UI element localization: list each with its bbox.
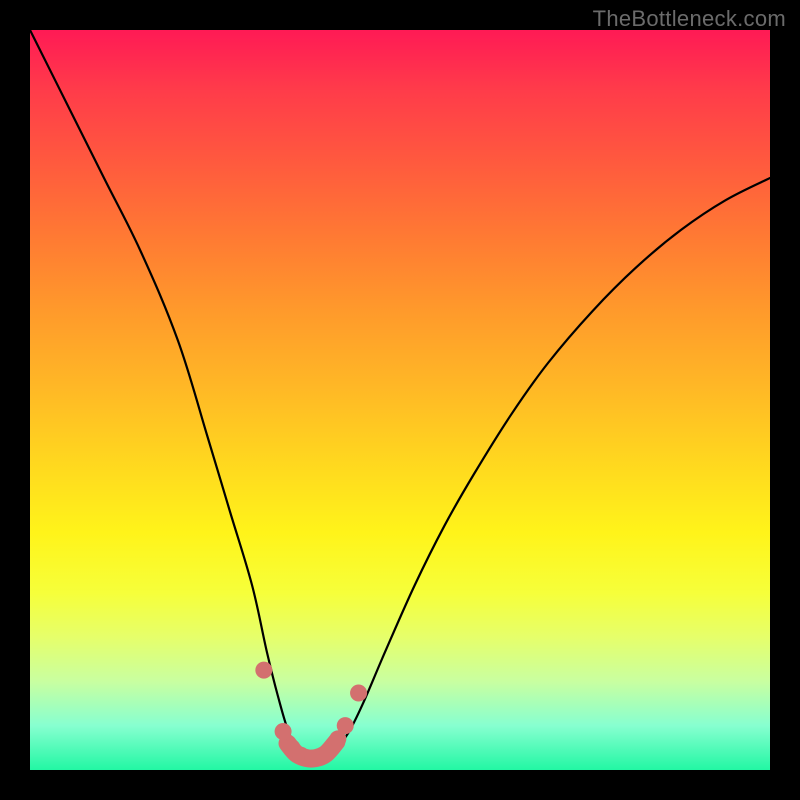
marker-dot — [255, 662, 272, 679]
marker-dot — [319, 744, 336, 761]
chart-svg — [30, 30, 770, 770]
marker-dot — [304, 750, 321, 767]
plot-area — [30, 30, 770, 770]
chart-frame: TheBottleneck.com — [0, 0, 800, 800]
marker-dot — [350, 685, 367, 702]
bottleneck-curve — [30, 30, 770, 760]
watermark-text: TheBottleneck.com — [593, 6, 786, 32]
marker-dot — [275, 723, 292, 740]
marker-dot — [337, 717, 354, 734]
